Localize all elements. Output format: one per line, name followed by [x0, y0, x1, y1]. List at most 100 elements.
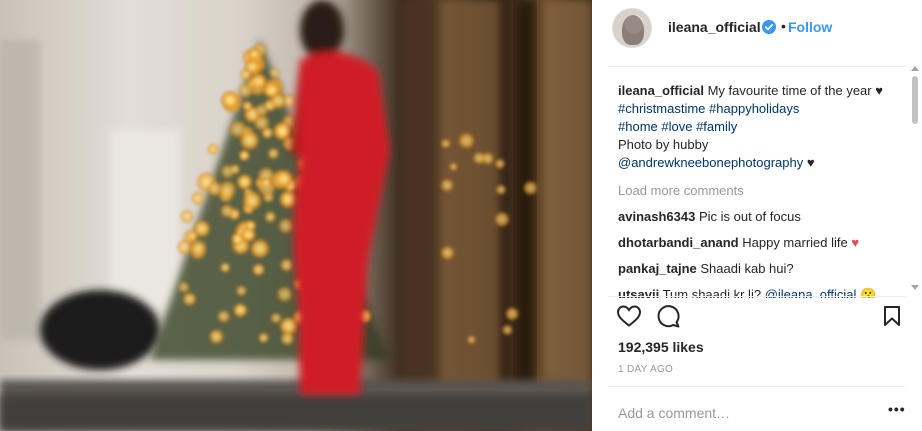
hashtag-family[interactable]: #family [696, 119, 737, 134]
divider [608, 386, 906, 387]
caption-username[interactable]: ileana_official [618, 83, 704, 98]
bokeh-reflection [449, 162, 458, 171]
bokeh-light [249, 72, 267, 90]
bokeh-reflection [458, 132, 475, 149]
comments-scroll-area[interactable]: ileana_official My favourite time of the… [608, 72, 904, 298]
bokeh-light [276, 286, 293, 302]
avatar[interactable] [612, 8, 652, 48]
add-comment-input[interactable]: Add a comment… [618, 405, 730, 421]
comment-bubble-icon[interactable] [656, 304, 682, 328]
bokeh-light [193, 220, 211, 238]
bokeh-light [252, 263, 265, 276]
bokeh-reflection [440, 246, 455, 260]
more-options-icon[interactable]: ••• [888, 401, 906, 417]
bokeh-light [250, 239, 270, 259]
post-photo[interactable] [0, 0, 592, 431]
mention-photographer[interactable]: @andrewkneebonephotography [618, 155, 803, 170]
heart-outline-icon[interactable] [616, 304, 642, 328]
comment-username[interactable]: avinash6343 [618, 209, 695, 224]
bokeh-light [238, 150, 250, 161]
divider [608, 66, 906, 67]
bokeh-light [209, 329, 224, 344]
hashtag-love[interactable]: #love [661, 119, 692, 134]
post-panel: ileana_official • Follow ileana_official… [592, 0, 922, 431]
bokeh-light [269, 67, 281, 79]
bokeh-reflection [467, 335, 476, 344]
bokeh-reflection [523, 181, 538, 195]
load-more-comments[interactable]: Load more comments [618, 182, 904, 200]
bokeh-light [190, 239, 207, 257]
comment-row: avinash6343 Pic is out of focus [618, 208, 904, 226]
bokeh-reflection [496, 184, 506, 195]
account-username[interactable]: ileana_official [668, 19, 761, 35]
separator-dot: • [781, 18, 786, 34]
bokeh-light [267, 148, 279, 159]
bokeh-light [236, 174, 253, 190]
bokeh-light [253, 115, 270, 131]
post-header: ileana_official • Follow [592, 0, 922, 58]
divider [608, 296, 906, 297]
bokeh-light [240, 130, 259, 150]
verified-badge-icon [762, 20, 776, 34]
caption-heart-2: ♥ [803, 155, 815, 170]
bokeh-reflection [494, 211, 510, 227]
bokeh-light [180, 209, 194, 223]
bokeh-light [278, 218, 294, 234]
comment-text: Shaadi kab hui? [696, 261, 794, 276]
bokeh-light [207, 143, 219, 155]
bokeh-light [270, 93, 286, 109]
bokeh-reflection [495, 158, 505, 169]
bokeh-reflection [502, 324, 513, 336]
bokeh-light [220, 262, 231, 273]
action-bar [592, 300, 922, 334]
comments-scrollbar[interactable] [908, 62, 922, 294]
scrollbar-thumb[interactable] [912, 76, 918, 124]
bokeh-light [178, 281, 190, 294]
bokeh-light [191, 191, 205, 205]
bokeh-light [242, 100, 253, 111]
heart-emoji: ♥ [851, 235, 860, 250]
bokeh-light [264, 211, 276, 223]
hashtag-happyholidays[interactable]: #happyholidays [709, 101, 799, 116]
comment-row: pankaj_tajne Shaadi kab hui? [618, 260, 904, 278]
likes-count[interactable]: 192,395 likes [618, 339, 704, 355]
bokeh-light [182, 292, 197, 306]
scroll-up-arrow[interactable] [911, 66, 919, 71]
bokeh-light [220, 90, 240, 110]
bokeh-reflection [441, 138, 451, 149]
caption: ileana_official My favourite time of the… [618, 82, 888, 172]
bookmark-icon[interactable] [882, 305, 902, 327]
bokeh-light [218, 180, 237, 199]
bokeh-light [217, 310, 230, 323]
comment-text: Pic is out of focus [695, 209, 801, 224]
bokeh-light [275, 169, 294, 188]
bokeh-light [241, 227, 256, 242]
comment-username[interactable]: pankaj_tajne [618, 261, 697, 276]
post-timestamp[interactable]: 1 DAY AGO [618, 364, 673, 375]
scroll-down-arrow[interactable] [911, 285, 919, 290]
bokeh-light [270, 312, 282, 324]
bokeh-light [220, 204, 234, 218]
bokeh-reflection [505, 307, 519, 321]
comment-username[interactable]: dhotarbandi_anand [618, 235, 739, 250]
bokeh-light [280, 331, 295, 346]
hashtag-christmastime[interactable]: #christmastime [618, 101, 705, 116]
bokeh-light [235, 285, 247, 297]
comment-row: dhotarbandi_anand Happy married life ♥ [618, 234, 904, 252]
hashtag-home[interactable]: #home [618, 119, 658, 134]
follow-button[interactable]: Follow [788, 19, 832, 35]
caption-credit: Photo by hubby [618, 137, 709, 152]
bokeh-light [242, 191, 262, 211]
bokeh-light [280, 258, 294, 272]
bokeh-reflection [481, 152, 494, 165]
caption-heart: ♥ [875, 83, 883, 98]
bokeh-reflection [440, 179, 454, 192]
bokeh-light [230, 164, 240, 175]
comment-text: Happy married life [738, 235, 852, 250]
photo-scene [0, 0, 592, 431]
bokeh-light [233, 303, 248, 318]
bokeh-light [248, 48, 260, 60]
caption-text: My favourite time of the year [703, 83, 876, 98]
bokeh-light [258, 332, 269, 343]
bokeh-light [261, 177, 272, 188]
